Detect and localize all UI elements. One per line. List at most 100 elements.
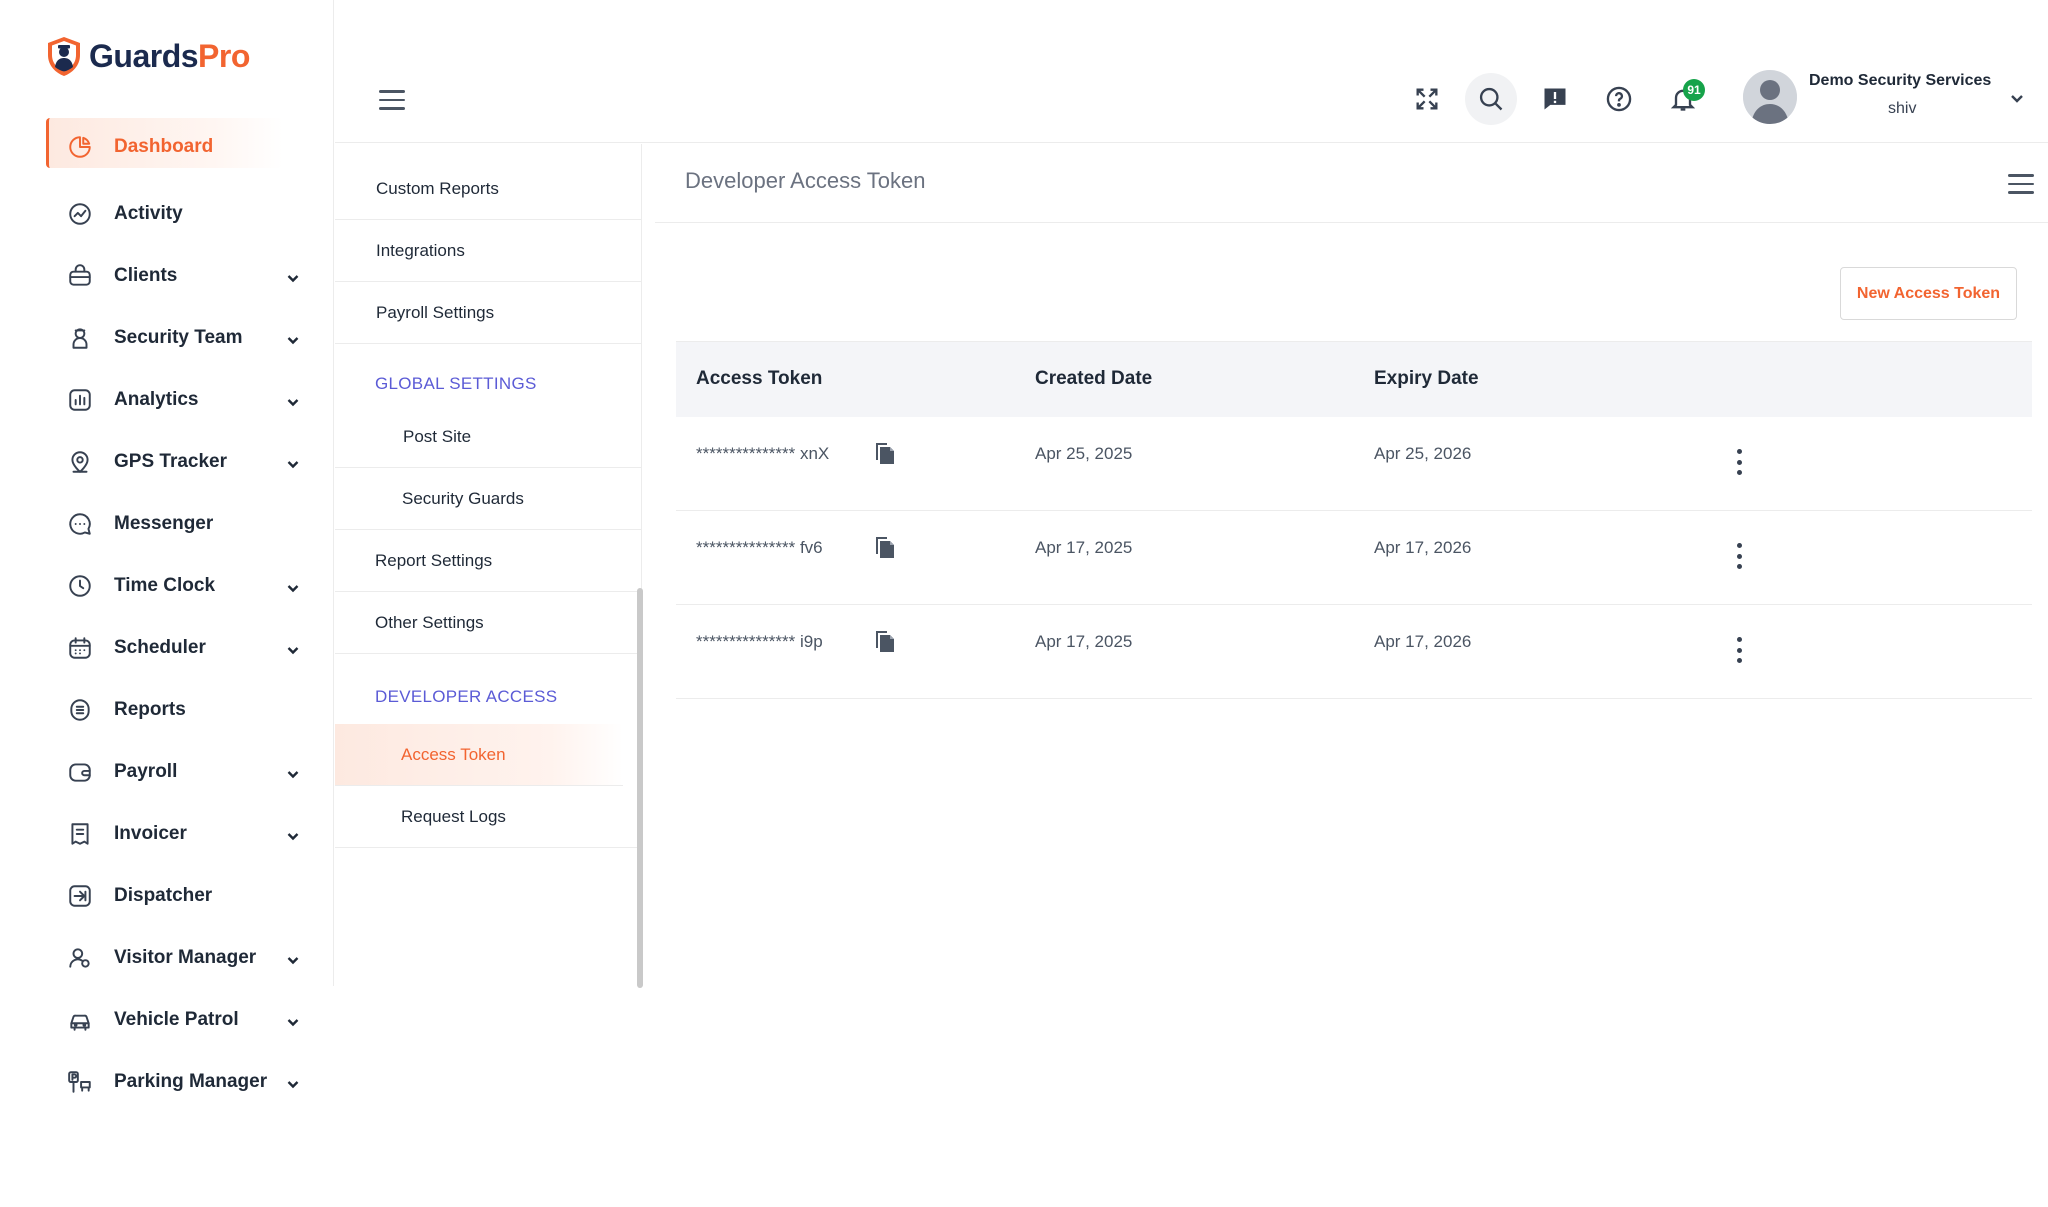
- sidebar-item-parking-manager[interactable]: Parking Manager: [0, 1051, 334, 1113]
- chevron-down-icon[interactable]: [286, 827, 300, 841]
- sidebar-item-activity[interactable]: Activity: [0, 183, 334, 245]
- menu-toggle-icon[interactable]: [379, 90, 405, 110]
- dispatch-icon: [66, 882, 94, 910]
- settings-item-post-site[interactable]: Post Site: [335, 406, 642, 468]
- token-value: *************** xnX: [696, 444, 830, 463]
- sidebar-item-clients[interactable]: Clients: [0, 245, 334, 307]
- dashboard-icon: [66, 133, 94, 161]
- sidebar-item-scheduler[interactable]: Scheduler: [0, 617, 334, 679]
- search-icon[interactable]: [1465, 73, 1517, 125]
- sidebar-item-vehicle-patrol[interactable]: Vehicle Patrol: [0, 989, 334, 1051]
- sidebar-item-label: Activity: [114, 203, 183, 224]
- chevron-down-icon[interactable]: [286, 1013, 300, 1027]
- token-value: *************** fv6: [696, 538, 823, 557]
- settings-item-report-settings[interactable]: Report Settings: [335, 530, 642, 592]
- created-date: Apr 17, 2025: [1035, 632, 1133, 651]
- row-actions-kebab-icon[interactable]: [1733, 637, 1745, 663]
- sidebar-item-label: Clients: [114, 265, 178, 286]
- developer-access-token-panel: Developer Access Token New Access Token …: [655, 144, 2048, 986]
- section-heading-global-settings: GLOBAL SETTINGS: [375, 374, 537, 393]
- sidebar-item-dispatcher[interactable]: Dispatcher: [0, 865, 334, 927]
- table-header: Access Token Created Date Expiry Date: [676, 341, 2032, 417]
- sidebar-item-label: Scheduler: [114, 637, 206, 658]
- sidebar-item-reports[interactable]: Reports: [0, 679, 334, 741]
- guardspro-logo[interactable]: GuardsPro: [45, 34, 250, 78]
- brand-name: GuardsPro: [89, 37, 250, 74]
- sidebar-item-analytics[interactable]: Analytics: [0, 369, 334, 431]
- notification-badge: 91: [1683, 79, 1705, 101]
- chevron-down-icon[interactable]: [286, 579, 300, 593]
- analytics-icon: [66, 386, 94, 414]
- row-actions-kebab-icon[interactable]: [1733, 543, 1745, 569]
- expiry-date: Apr 17, 2026: [1374, 632, 1472, 651]
- sidebar-item-label: Analytics: [114, 389, 199, 410]
- token-value: *************** i9p: [696, 632, 823, 651]
- expiry-date: Apr 25, 2026: [1374, 444, 1472, 463]
- new-access-token-button[interactable]: New Access Token: [1840, 267, 2017, 320]
- settings-item-security-guards[interactable]: Security Guards: [335, 468, 642, 530]
- copy-icon[interactable]: [874, 535, 896, 559]
- table-body: *************** xnX Apr 25, 2025 Apr 25, 2…: [676, 417, 2032, 699]
- chevron-down-icon[interactable]: [286, 951, 300, 965]
- sidebar-item-visitor-manager[interactable]: Visitor Manager: [0, 927, 334, 989]
- settings-menu: Custom Reports Integrations Payroll Sett…: [335, 144, 643, 988]
- divider: [655, 222, 2048, 223]
- column-header-expiry-date: Expiry Date: [1374, 368, 1479, 389]
- security-team-icon: [66, 324, 94, 352]
- user-avatar[interactable]: [1743, 70, 1797, 124]
- wallet-icon: [66, 758, 94, 786]
- feedback-icon[interactable]: [1529, 73, 1581, 125]
- created-date: Apr 25, 2025: [1035, 444, 1133, 463]
- sidebar-item-label: GPS Tracker: [114, 451, 228, 472]
- chevron-down-icon[interactable]: [286, 331, 300, 345]
- column-header-access-token: Access Token: [696, 368, 823, 389]
- sidebar-item-gps-tracker[interactable]: GPS Tracker: [0, 431, 334, 493]
- table-row: *************** i9p Apr 17, 2025 Apr 17, 2…: [676, 605, 2032, 699]
- copy-icon[interactable]: [874, 441, 896, 465]
- settings-item-other-settings[interactable]: Other Settings: [335, 592, 642, 654]
- settings-item-access-token[interactable]: Access Token: [335, 724, 623, 786]
- expiry-date: Apr 17, 2026: [1374, 538, 1472, 557]
- sidebar-item-label: Parking Manager: [114, 1071, 268, 1092]
- chevron-down-icon[interactable]: [286, 269, 300, 283]
- sidebar-item-label: Vehicle Patrol: [114, 1009, 239, 1030]
- sidebar-item-label: Invoicer: [114, 823, 187, 844]
- settings-item-payroll-settings[interactable]: Payroll Settings: [335, 282, 642, 344]
- chevron-down-icon[interactable]: [286, 455, 300, 469]
- sidebar-item-time-clock[interactable]: Time Clock: [0, 555, 334, 617]
- settings-scrollbar[interactable]: [637, 588, 643, 988]
- sidebar-item-label: Reports: [114, 699, 186, 720]
- settings-item-integrations[interactable]: Integrations: [335, 220, 642, 282]
- sidebar-item-messenger[interactable]: Messenger: [0, 493, 334, 555]
- user-name[interactable]: Demo Security Services: [1809, 72, 1991, 90]
- copy-icon[interactable]: [874, 629, 896, 653]
- user-menu-chevron-icon[interactable]: [2009, 90, 2025, 106]
- help-icon[interactable]: [1593, 73, 1645, 125]
- sidebar-item-security-team[interactable]: Security Team: [0, 307, 334, 369]
- notifications-icon[interactable]: 91: [1657, 73, 1709, 125]
- chevron-down-icon[interactable]: [286, 765, 300, 779]
- activity-icon: [66, 200, 94, 228]
- report-icon: [66, 696, 94, 724]
- sidebar-item-label: Security Team: [114, 327, 243, 348]
- row-actions-kebab-icon[interactable]: [1733, 449, 1745, 475]
- sidebar-item-invoicer[interactable]: Invoicer: [0, 803, 334, 865]
- chevron-down-icon[interactable]: [286, 641, 300, 655]
- fullscreen-icon[interactable]: [1401, 73, 1453, 125]
- created-date: Apr 17, 2025: [1035, 538, 1133, 557]
- user-subtitle: shiv: [1888, 100, 1917, 117]
- sidebar-item-payroll[interactable]: Payroll: [0, 741, 334, 803]
- sidebar-item-dashboard[interactable]: Dashboard: [0, 116, 334, 178]
- gps-pin-icon: [66, 448, 94, 476]
- clock-icon: [66, 572, 94, 600]
- table-row: *************** xnX Apr 25, 2025 Apr 25, 2…: [676, 417, 2032, 511]
- calendar-icon: [66, 634, 94, 662]
- settings-item-custom-reports[interactable]: Custom Reports: [335, 158, 642, 220]
- chevron-down-icon[interactable]: [286, 1075, 300, 1089]
- settings-item-request-logs[interactable]: Request Logs: [335, 786, 642, 848]
- panel-menu-icon[interactable]: [2008, 174, 2034, 194]
- column-header-created-date: Created Date: [1035, 368, 1153, 389]
- table-row: *************** fv6 Apr 17, 2025 Apr 17, 2…: [676, 511, 2032, 605]
- chevron-down-icon[interactable]: [286, 393, 300, 407]
- sidebar-item-label: Payroll: [114, 761, 178, 782]
